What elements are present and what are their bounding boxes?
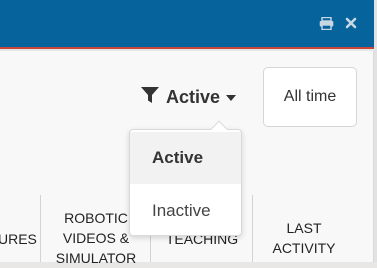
report-window: Active All time URES ROBOTIC VIDEOS & SI… [0,0,377,266]
column-header-last-activity[interactable]: LAST ACTIVITY [262,218,346,258]
time-range-label: All time [283,88,337,105]
status-filter-label: Active [166,86,221,107]
column-divider [252,195,253,262]
caret-down-icon [226,88,237,106]
time-range-button[interactable]: All time [263,67,357,127]
column-header-line: SIMULATOR [55,250,137,266]
column-header-features[interactable]: URES [0,229,37,249]
filter-icon [140,85,160,110]
filter-option-active[interactable]: Active [130,132,241,184]
column-divider [40,195,41,262]
close-icon[interactable] [343,15,359,31]
status-filter-dropdown: Active Inactive [129,120,242,237]
panel-header [0,0,374,49]
print-icon[interactable] [318,15,334,31]
filter-option-inactive[interactable]: Inactive [130,185,241,237]
column-header-line: LAST [286,220,322,236]
status-filter-toggle[interactable]: Active [140,84,237,110]
column-header-line: ACTIVITY [272,240,336,256]
